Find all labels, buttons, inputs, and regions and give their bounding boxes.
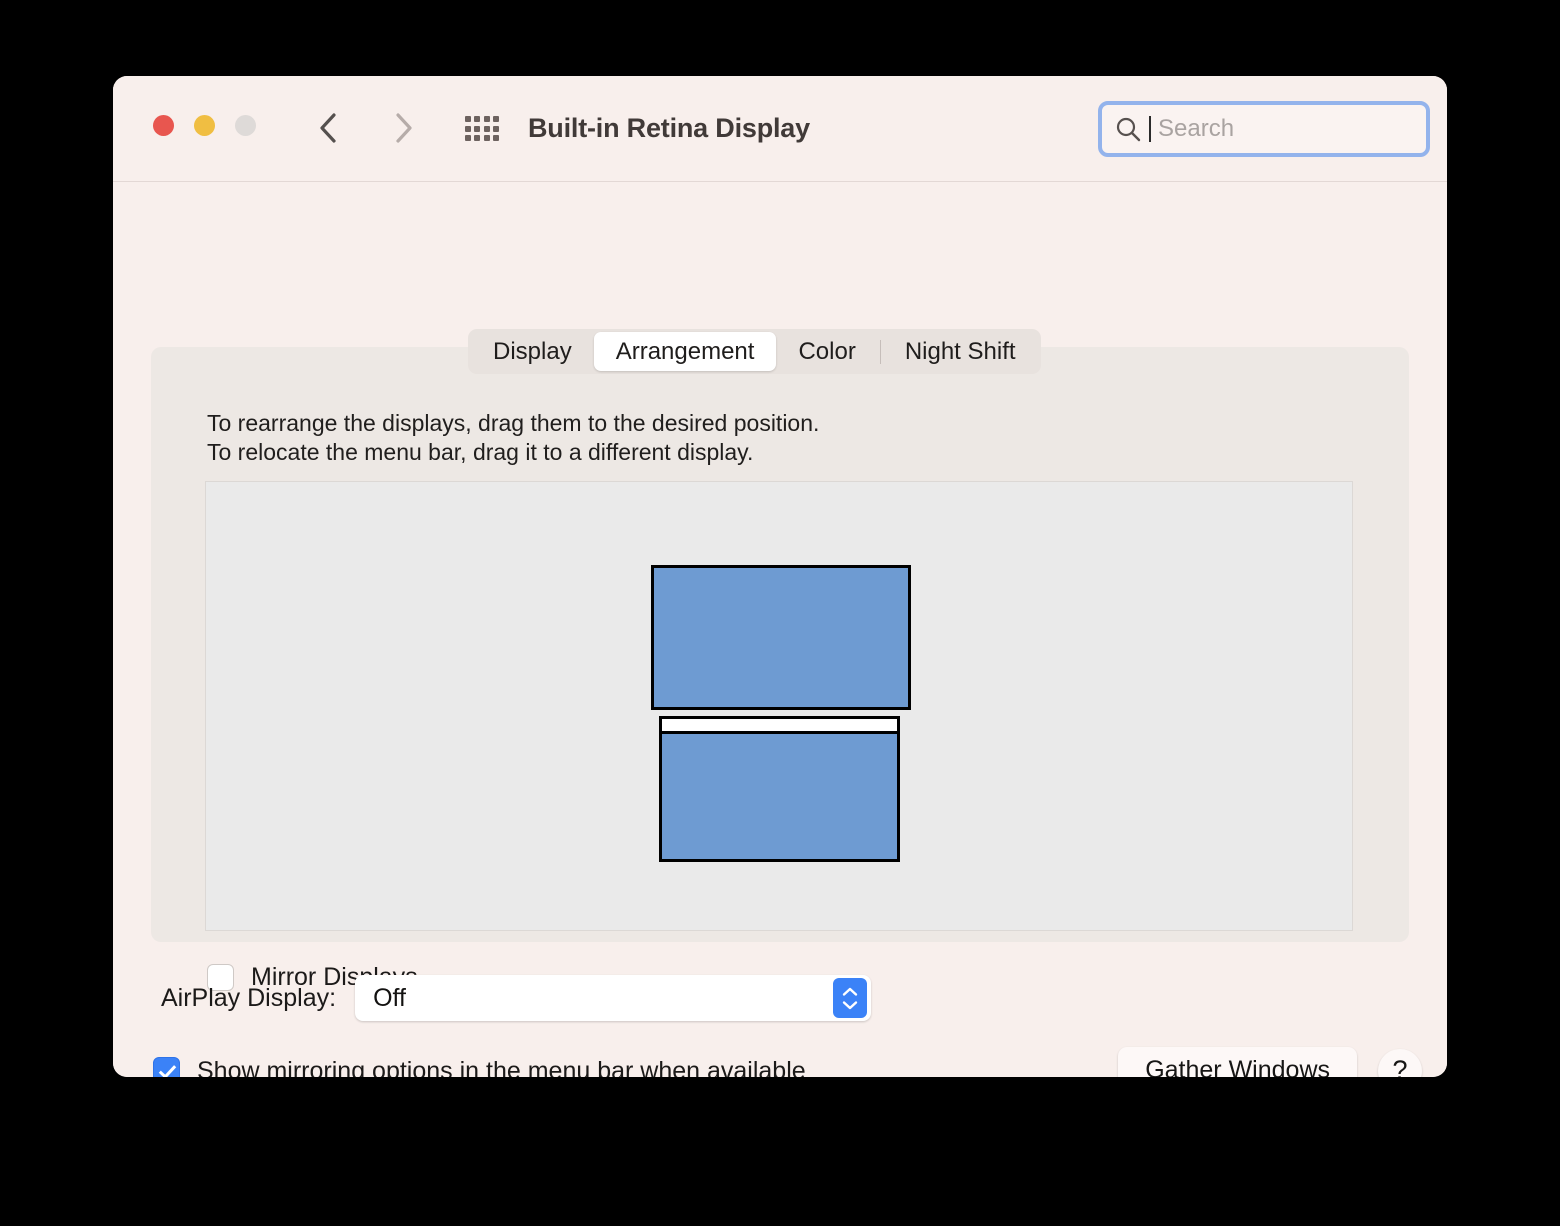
traffic-lights (153, 115, 256, 136)
tab-bar: Display Arrangement Color Night Shift (468, 329, 1041, 374)
forward-button[interactable] (386, 108, 422, 148)
chevron-left-icon (320, 113, 336, 143)
help-button[interactable]: ? (1378, 1048, 1422, 1077)
arrangement-panel: To rearrange the displays, drag them to … (151, 347, 1409, 991)
chevron-up-icon (842, 987, 858, 996)
instructions-line-1: To rearrange the displays, drag them to … (207, 410, 820, 436)
gather-windows-button[interactable]: Gather Windows (1118, 1047, 1357, 1077)
tab-night-shift[interactable]: Night Shift (883, 332, 1038, 371)
tab-arrangement[interactable]: Arrangement (593, 332, 777, 371)
stepper-icon[interactable] (833, 978, 868, 1018)
window-body: To rearrange the displays, drag them to … (113, 182, 1447, 1077)
text-cursor (1149, 116, 1151, 142)
airplay-display-row: AirPlay Display: Off (161, 975, 872, 1021)
tab-display[interactable]: Display (471, 332, 594, 371)
airplay-display-label: AirPlay Display: (161, 984, 337, 1012)
display-2[interactable] (659, 716, 900, 862)
mirroring-options-row: Show mirroring options in the menu bar w… (153, 1056, 806, 1078)
close-button[interactable] (153, 115, 174, 136)
zoom-button[interactable] (235, 115, 256, 136)
back-button[interactable] (310, 108, 346, 148)
instructions: To rearrange the displays, drag them to … (207, 409, 819, 467)
screen: Built-in Retina Display Search To rearra… (0, 0, 1560, 1226)
bottom-row: Show mirroring options in the menu bar w… (153, 1047, 1422, 1077)
window-toolbar: Built-in Retina Display Search (113, 76, 1447, 182)
display-1[interactable] (651, 565, 911, 710)
mirroring-options-label: Show mirroring options in the menu bar w… (197, 1056, 806, 1078)
chevron-right-icon (396, 113, 412, 143)
search-placeholder: Search (1158, 115, 1235, 142)
instructions-line-2: To relocate the menu bar, drag it to a d… (207, 439, 754, 465)
search-icon (1116, 117, 1141, 142)
tab-separator (879, 339, 881, 364)
airplay-display-value: Off (373, 984, 406, 1012)
display-preferences-window: Built-in Retina Display Search To rearra… (113, 76, 1447, 1077)
airplay-display-select[interactable]: Off (355, 975, 872, 1021)
menu-bar-strip[interactable] (662, 719, 897, 734)
tab-color[interactable]: Color (776, 332, 877, 371)
arrangement-canvas[interactable] (205, 481, 1353, 931)
search-field[interactable]: Search (1098, 101, 1430, 157)
chevron-down-icon (842, 1000, 858, 1009)
show-all-icon[interactable] (465, 116, 499, 142)
minimize-button[interactable] (194, 115, 215, 136)
page-title: Built-in Retina Display (528, 113, 810, 143)
mirroring-options-checkbox[interactable] (153, 1057, 180, 1077)
